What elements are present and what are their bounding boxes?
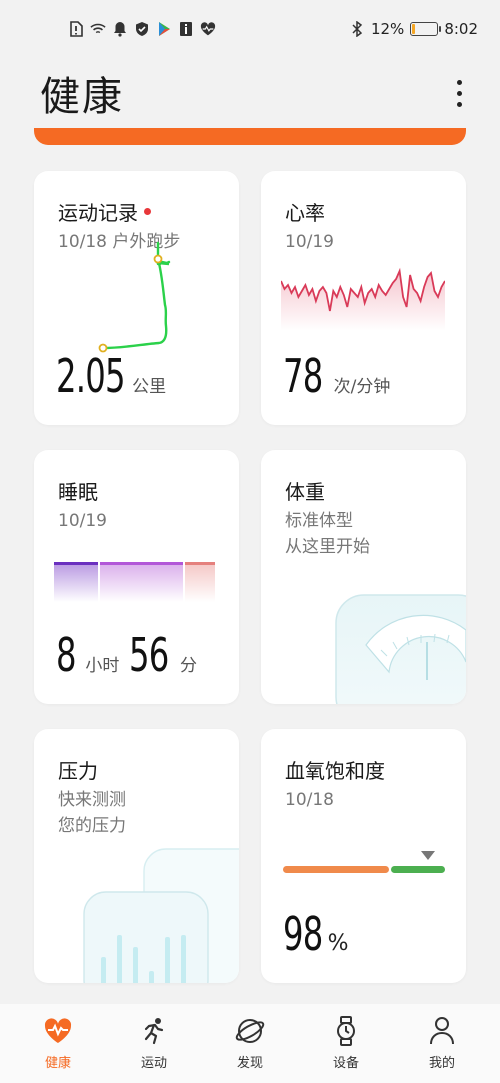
status-time: 8:02 xyxy=(444,20,478,38)
heart-rate-title: 心率 xyxy=(285,201,325,225)
tab-label: 发现 xyxy=(236,1056,263,1071)
tab-label: 设备 xyxy=(332,1056,359,1071)
heart-rate-unit: 次/分钟 xyxy=(333,377,391,397)
blood-oxygen-range-bar xyxy=(283,851,445,873)
exercise-distance-value: 2.05 xyxy=(56,349,126,403)
sleep-hours-value: 8 xyxy=(56,628,77,682)
blood-oxygen-indicator-icon xyxy=(421,851,435,860)
tab-health[interactable]: 健康 xyxy=(18,1016,98,1071)
info-icon xyxy=(178,21,194,37)
status-icons-right: 12% 8:02 xyxy=(349,20,478,38)
stress-card[interactable]: 压力 快来测测 您的压力 xyxy=(34,729,239,983)
exercise-value-row: 2.05 公里 xyxy=(56,349,166,403)
stress-line-2: 您的压力 xyxy=(58,816,126,836)
heart-pulse-icon xyxy=(43,1016,73,1046)
heart-rate-value-row: 78 次/分钟 xyxy=(283,349,390,403)
page-title: 健康 xyxy=(40,74,124,120)
more-options-button[interactable] xyxy=(457,79,462,107)
sleep-minutes-unit: 分 xyxy=(179,656,197,676)
exercise-distance-unit: 公里 xyxy=(132,377,167,397)
more-dot-icon xyxy=(457,90,462,96)
weight-card[interactable]: 体重 标准体型 从这里开始 xyxy=(261,450,466,704)
route-end-marker xyxy=(153,254,163,264)
sleep-minutes-value: 56 xyxy=(129,628,169,682)
blood-oxygen-value: 98 xyxy=(283,907,323,961)
promo-banner[interactable] xyxy=(34,128,466,145)
app-header: 健康 xyxy=(0,58,500,128)
health-heart-icon xyxy=(200,21,216,37)
sleep-deep-segment xyxy=(54,562,98,602)
tab-label: 我的 xyxy=(428,1056,455,1071)
sleep-title: 睡眠 xyxy=(58,480,98,504)
tab-devices[interactable]: 设备 xyxy=(306,1016,386,1071)
heart-rate-card[interactable]: 心率 10/19 78 次/分钟 xyxy=(261,171,466,425)
more-dot-icon xyxy=(457,101,462,107)
exercise-record-card[interactable]: 运动记录 10/18 户外跑步 2.05 公里 xyxy=(34,171,239,425)
sleep-rem-segment xyxy=(185,562,215,602)
sim-alert-icon xyxy=(68,21,84,37)
blood-oxygen-low-range xyxy=(283,866,389,873)
discover-planet-icon xyxy=(235,1016,265,1046)
heart-rate-date: 10/19 xyxy=(285,232,334,252)
stress-title: 压力 xyxy=(58,759,98,783)
sleep-light-segment xyxy=(100,562,183,602)
battery-percentage: 12% xyxy=(370,20,405,38)
weight-description: 标准体型 从这里开始 xyxy=(285,508,370,560)
bottom-tab-bar: 健康 运动 发现 设备 我的 xyxy=(0,1004,500,1083)
shield-check-icon xyxy=(134,21,150,37)
tab-label: 健康 xyxy=(44,1056,71,1071)
blood-oxygen-normal-range xyxy=(391,866,445,873)
sleep-rem-top xyxy=(185,562,215,565)
more-dot-icon xyxy=(457,79,462,85)
watch-icon xyxy=(331,1016,361,1046)
sleep-date: 10/19 xyxy=(58,511,107,531)
sleep-stage-bar xyxy=(54,562,215,602)
stress-illustration-icon xyxy=(83,848,239,983)
blood-oxygen-value-row: 98 % xyxy=(283,907,349,961)
weight-line-2: 从这里开始 xyxy=(285,537,370,557)
sleep-hours-unit: 小时 xyxy=(85,656,120,676)
person-icon xyxy=(427,1016,457,1046)
heart-rate-sparkline xyxy=(281,267,445,331)
stress-line-1: 快来测测 xyxy=(58,790,126,810)
wifi-icon xyxy=(90,21,106,37)
status-icons-left xyxy=(68,21,216,37)
battery-icon xyxy=(410,22,442,36)
blood-oxygen-title: 血氧饱和度 xyxy=(285,759,385,783)
tab-discover[interactable]: 发现 xyxy=(210,1016,290,1071)
scale-illustration-icon xyxy=(335,594,466,704)
tab-me[interactable]: 我的 xyxy=(402,1016,482,1071)
blood-oxygen-unit: % xyxy=(327,931,349,956)
tab-label: 运动 xyxy=(140,1056,167,1071)
sleep-value-row: 8 小时 56 分 xyxy=(56,628,197,682)
sleep-deep-top xyxy=(54,562,98,565)
runner-icon xyxy=(139,1016,169,1046)
heart-rate-value: 78 xyxy=(283,349,323,403)
battery-level-fill xyxy=(412,24,416,34)
sleep-card[interactable]: 睡眠 10/19 8 小时 56 分 xyxy=(34,450,239,704)
tab-exercise[interactable]: 运动 xyxy=(114,1016,194,1071)
blood-oxygen-card[interactable]: 血氧饱和度 10/18 98 % xyxy=(261,729,466,983)
bluetooth-icon xyxy=(349,21,365,37)
status-bar: 12% 8:02 xyxy=(0,0,500,58)
notification-bell-icon xyxy=(112,21,128,37)
sleep-light-top xyxy=(100,562,183,565)
blood-oxygen-date: 10/18 xyxy=(285,790,334,810)
weight-line-1: 标准体型 xyxy=(285,511,353,531)
weight-title: 体重 xyxy=(285,480,325,504)
play-store-icon xyxy=(156,21,172,37)
stress-description: 快来测测 您的压力 xyxy=(58,787,126,839)
